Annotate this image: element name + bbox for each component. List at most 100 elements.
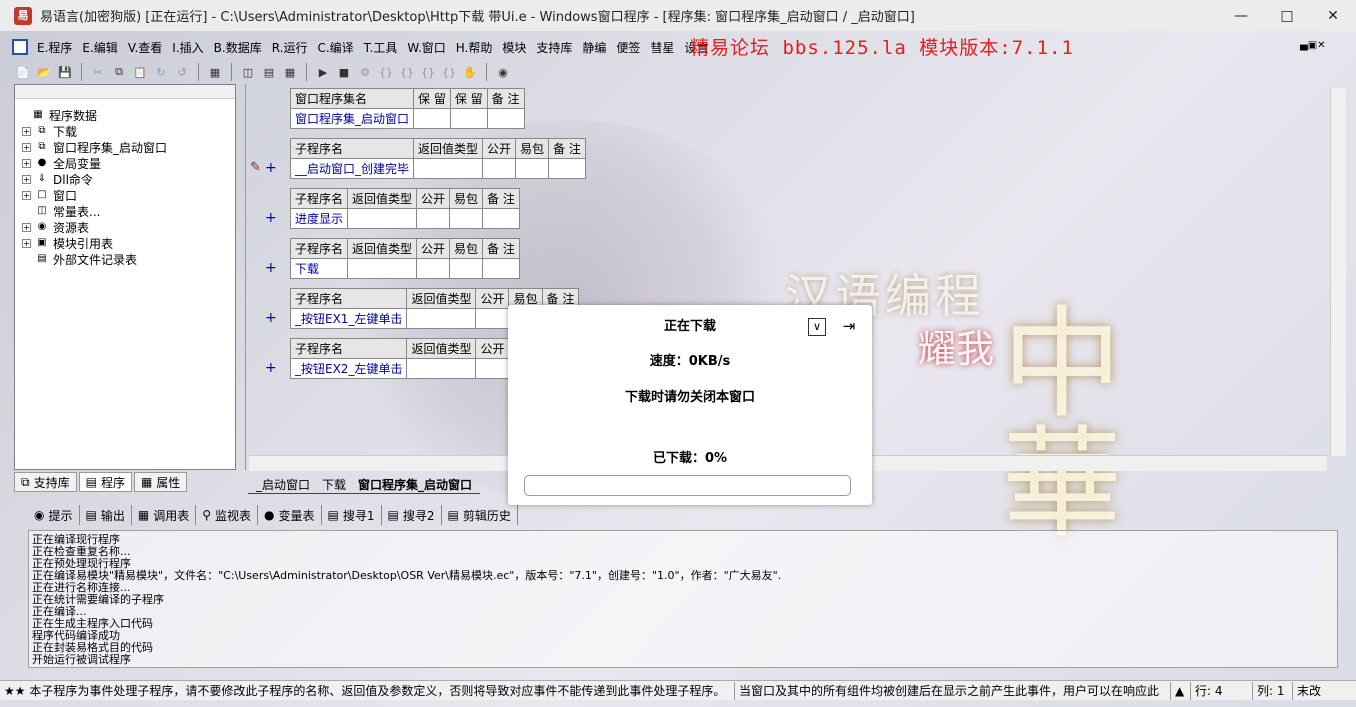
binoculars-icon[interactable]: ◉ <box>494 63 512 81</box>
copy-icon[interactable]: ⧉ <box>110 63 128 81</box>
subroutine-cell[interactable] <box>347 258 418 279</box>
menu-item-7[interactable]: T.工具 <box>359 39 403 56</box>
output-tab-1[interactable]: ▤ 输出 <box>80 505 132 525</box>
tree-item[interactable]: +◫常量表... <box>18 203 235 219</box>
forum-banner[interactable]: 精易论坛 bbs.125.la 模块版本:7.1.1 <box>690 33 1074 60</box>
subroutine-cell[interactable] <box>482 208 520 229</box>
subroutine-cell[interactable] <box>406 358 477 379</box>
menu-item-8[interactable]: W.窗口 <box>402 39 450 56</box>
subroutine-cell[interactable] <box>515 158 550 179</box>
menu-item-9[interactable]: H.帮助 <box>451 39 498 56</box>
step-out-icon[interactable]: {} <box>419 63 437 81</box>
subroutine-name[interactable]: _按钮EX1_左键单击 <box>289 308 408 329</box>
run-to-cursor-icon[interactable]: {} <box>440 63 458 81</box>
minimize-icon[interactable]: ∨ <box>808 318 826 336</box>
layout3-icon[interactable]: ▦ <box>281 63 299 81</box>
tree-item[interactable]: + □ 窗口 <box>18 187 235 203</box>
redo-icon[interactable]: ↻ <box>152 63 170 81</box>
menu-item-0[interactable]: E.程序 <box>32 39 77 56</box>
menu-item-6[interactable]: C.编译 <box>312 39 358 56</box>
code-tab-0[interactable]: _启动窗口 <box>248 476 319 494</box>
step-into-icon[interactable]: {} <box>377 63 395 81</box>
expand-icon[interactable]: + <box>22 158 31 168</box>
hand-icon[interactable]: ✋ <box>461 63 479 81</box>
output-tab-4[interactable]: ● 变量表 <box>258 505 322 525</box>
layout2-icon[interactable]: ▤ <box>260 63 278 81</box>
menu-item-10[interactable]: 模块 <box>497 39 531 56</box>
menu-item-12[interactable]: 静编 <box>577 39 611 56</box>
output-tab-7[interactable]: ▤ 剪辑历史 <box>442 505 518 525</box>
output-tab-5[interactable]: ▤ 搜寻1 <box>322 505 382 525</box>
tree-item[interactable]: + ◉ 资源表 <box>18 219 235 235</box>
close-button[interactable]: ✕ <box>1310 0 1356 31</box>
subroutine-cell[interactable] <box>548 158 586 179</box>
expand-subroutine-icon[interactable]: + <box>265 360 277 376</box>
step-icon[interactable]: ⚙ <box>356 63 374 81</box>
find-icon[interactable]: ▦ <box>206 63 224 81</box>
subroutine-cell[interactable] <box>449 258 484 279</box>
assembly-name[interactable]: 窗口程序集_启动窗口 <box>289 108 415 129</box>
subroutine-cell[interactable] <box>416 208 451 229</box>
code-vertical-scrollbar[interactable] <box>1330 88 1346 456</box>
expand-subroutine-icon[interactable]: + <box>265 160 277 176</box>
cut-icon[interactable]: ✂ <box>89 63 107 81</box>
tree-item[interactable]: + ⇓ Dll命令 <box>18 171 235 187</box>
mdi-controls[interactable]: ▄▣✕ <box>1300 40 1326 51</box>
expand-icon[interactable]: + <box>22 126 31 136</box>
tree-item[interactable]: + ● 全局变量 <box>18 155 235 171</box>
exit-icon[interactable]: ⇥ <box>840 318 858 336</box>
subroutine-cell[interactable] <box>475 358 510 379</box>
subroutine-name[interactable]: _按钮EX2_左键单击 <box>289 358 408 379</box>
subroutine-name[interactable]: __启动窗口_创建完毕 <box>289 158 415 179</box>
subroutine-cell[interactable] <box>482 158 517 179</box>
expand-subroutine-icon[interactable]: + <box>265 260 277 276</box>
stop-icon[interactable]: ■ <box>335 63 353 81</box>
layout1-icon[interactable]: ◫ <box>239 63 257 81</box>
subroutine-name[interactable]: 进度显示 <box>289 208 349 229</box>
tree-item[interactable]: + ▣ 模块引用表 <box>18 235 235 251</box>
menu-item-14[interactable]: 彗星 <box>645 39 679 56</box>
step-over-icon[interactable]: {} <box>398 63 416 81</box>
expand-icon[interactable]: + <box>22 174 31 184</box>
undo-icon[interactable]: ↺ <box>173 63 191 81</box>
code-tab-2[interactable]: 窗口程序集_启动窗口 <box>350 476 481 494</box>
subroutine-cell[interactable] <box>347 208 418 229</box>
tree-item[interactable]: + ⧉ 窗口程序集_启动窗口 <box>18 139 235 155</box>
subroutine-cell[interactable] <box>449 208 484 229</box>
left-tab-0[interactable]: ⧉ 支持库 <box>14 472 77 492</box>
paste-icon[interactable]: 📋 <box>131 63 149 81</box>
code-tab-1[interactable]: 下载 <box>314 476 355 494</box>
output-scrollbar[interactable] <box>1321 531 1337 667</box>
run-icon[interactable]: ▶ <box>314 63 332 81</box>
expand-icon[interactable]: + <box>22 238 31 248</box>
minimize-button[interactable]: — <box>1218 0 1264 31</box>
maximize-button[interactable]: □ <box>1264 0 1310 31</box>
left-tab-1[interactable]: ▤ 程序 <box>78 472 132 492</box>
tree-item[interactable]: +▤外部文件记录表 <box>18 251 235 267</box>
output-tab-3[interactable]: ⚲ 监视表 <box>196 505 259 525</box>
tree-item[interactable]: + ⧉ 下载 <box>18 123 235 139</box>
menu-item-5[interactable]: R.运行 <box>267 39 313 56</box>
expand-subroutine-icon[interactable]: + <box>265 210 277 226</box>
left-tab-2[interactable]: ▦ 属性 <box>133 472 188 492</box>
menu-item-11[interactable]: 支持库 <box>531 39 577 56</box>
expand-icon[interactable]: + <box>22 190 31 200</box>
menu-item-4[interactable]: B.数据库 <box>209 39 267 56</box>
menu-item-1[interactable]: E.编辑 <box>77 39 122 56</box>
output-tab-2[interactable]: ▦ 调用表 <box>132 505 197 525</box>
save-icon[interactable]: 💾 <box>56 63 74 81</box>
subroutine-cell[interactable] <box>482 258 520 279</box>
menu-item-2[interactable]: V.查看 <box>123 39 167 56</box>
open-folder-icon[interactable]: 📂 <box>35 63 53 81</box>
expand-icon[interactable]: + <box>22 142 31 152</box>
output-tab-6[interactable]: ▤ 搜寻2 <box>382 505 442 525</box>
expand-icon[interactable]: + <box>22 222 31 232</box>
tree-item[interactable]: +▦程序数据 <box>18 107 235 123</box>
output-tab-0[interactable]: ◉ 提示 <box>28 505 80 525</box>
expand-subroutine-icon[interactable]: + <box>265 310 277 326</box>
subroutine-cell[interactable] <box>416 258 451 279</box>
subroutine-cell[interactable] <box>475 308 510 329</box>
new-file-icon[interactable]: 📄 <box>14 63 32 81</box>
triangle-up-icon[interactable]: ▲ <box>1171 681 1191 700</box>
subroutine-cell[interactable] <box>413 158 484 179</box>
